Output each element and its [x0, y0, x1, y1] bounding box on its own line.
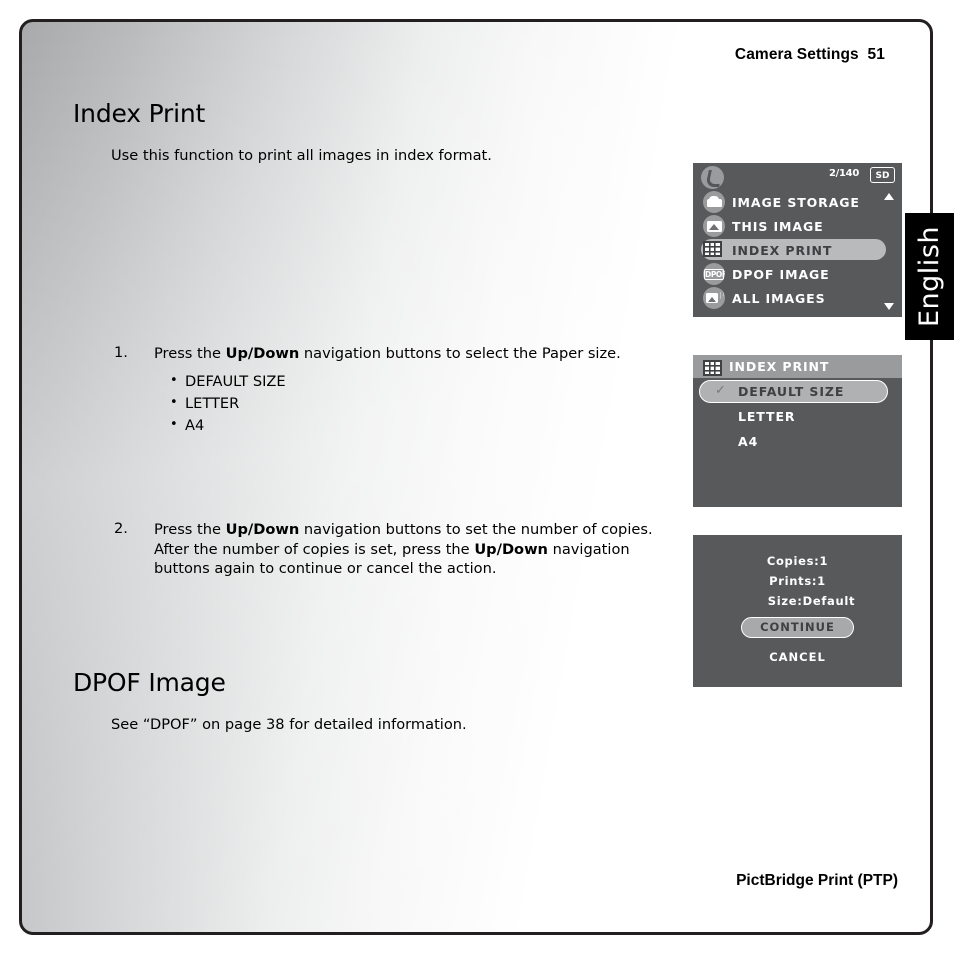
language-side-tab: English	[905, 213, 954, 340]
option-label: DEFAULT SIZE	[738, 384, 845, 399]
page-title-dpof-image: DPOF Image	[73, 668, 226, 697]
step-text-before: Press the	[154, 345, 226, 362]
menu-item-all-images[interactable]: ALL IMAGES	[693, 286, 902, 310]
menu-item-index-print[interactable]: INDEX PRINT	[693, 238, 902, 262]
grid-icon	[703, 239, 725, 261]
option-a4[interactable]: A4	[693, 430, 902, 453]
language-side-tab-label: English	[914, 226, 945, 327]
continue-button[interactable]: CONTINUE	[741, 617, 854, 638]
step-number: 2.	[114, 520, 128, 537]
option-label: LETTER	[738, 409, 796, 424]
copies-value: Copies:1	[766, 554, 829, 568]
running-header: Camera Settings 51	[734, 46, 885, 63]
lcd-status-bar: 2/140 SD	[693, 163, 902, 190]
intro-paragraph-index-print: Use this function to print all images in…	[111, 147, 492, 164]
photo-icon	[703, 215, 725, 237]
step-body: Press the Up/Down navigation buttons to …	[154, 520, 654, 579]
intro-paragraph-dpof-image: See “DPOF” on page 38 for detailed infor…	[111, 716, 467, 733]
step-text-part1: Press the	[154, 521, 226, 538]
lcd-screenshot-print-confirm: Copies:1 Prints:1 Size:Default CONTINUE …	[693, 535, 902, 687]
step-bold-term: Up/Down	[474, 540, 548, 558]
camera-mode-icon	[701, 166, 724, 189]
folder-icon	[703, 191, 725, 213]
step-body: Press the Up/Down navigation buttons to …	[154, 344, 654, 437]
option-label: A4	[738, 434, 759, 449]
checkmark-icon: ✓	[715, 383, 726, 398]
lcd-screenshot-print-menu: 2/140 SD IMAGE STORAGE THIS IMAGE INDEX …	[693, 163, 902, 317]
footer-label: PictBridge Print (PTP)	[736, 872, 898, 889]
menu-item-image-storage[interactable]: IMAGE STORAGE	[693, 190, 902, 214]
list-item: DEFAULT SIZE	[168, 370, 654, 393]
size-value: Size:Default	[767, 594, 856, 608]
menu-item-label: DPOF IMAGE	[732, 266, 830, 282]
option-letter[interactable]: LETTER	[693, 405, 902, 428]
menu-item-this-image[interactable]: THIS IMAGE	[693, 214, 902, 238]
menu-item-dpof-image[interactable]: DPOF DPOF IMAGE	[693, 262, 902, 286]
lcd-screenshot-paper-size: INDEX PRINT ✓ DEFAULT SIZE LETTER A4	[693, 355, 902, 507]
prints-value: Prints:1	[769, 574, 826, 588]
paper-size-options-list: DEFAULT SIZE LETTER A4	[168, 370, 654, 437]
list-item: A4	[168, 414, 654, 437]
step-number: 1.	[114, 344, 128, 361]
step-bold-term: Up/Down	[225, 521, 300, 538]
manual-page: Camera Settings 51 Index Print Use this …	[19, 19, 933, 935]
menu-item-label: THIS IMAGE	[732, 218, 824, 234]
step-item-1: 1. Press the Up/Down navigation buttons …	[114, 344, 654, 437]
dpof-icon: DPOF	[703, 263, 725, 285]
option-default-size[interactable]: ✓ DEFAULT SIZE	[693, 380, 902, 403]
menu-item-label: INDEX PRINT	[732, 242, 833, 258]
step-text-after: navigation buttons to select the Paper s…	[299, 345, 621, 362]
list-item: LETTER	[168, 392, 654, 415]
cancel-button[interactable]: CANCEL	[693, 650, 902, 664]
menu-item-label: IMAGE STORAGE	[732, 194, 860, 210]
lcd-title-label: INDEX PRINT	[729, 359, 830, 374]
grid-icon	[703, 359, 722, 376]
sd-card-icon: SD	[870, 167, 895, 183]
frame-counter: 2/140	[829, 168, 859, 179]
page-title-index-print: Index Print	[73, 99, 206, 128]
dpof-icon-text: DPOF	[704, 269, 725, 280]
step-item-2: 2. Press the Up/Down navigation buttons …	[114, 520, 654, 579]
stacked-photos-icon	[703, 287, 725, 309]
menu-item-label: ALL IMAGES	[732, 290, 826, 306]
lcd-title-bar: INDEX PRINT	[693, 355, 902, 378]
step-bold-term: Up/Down	[225, 345, 300, 362]
